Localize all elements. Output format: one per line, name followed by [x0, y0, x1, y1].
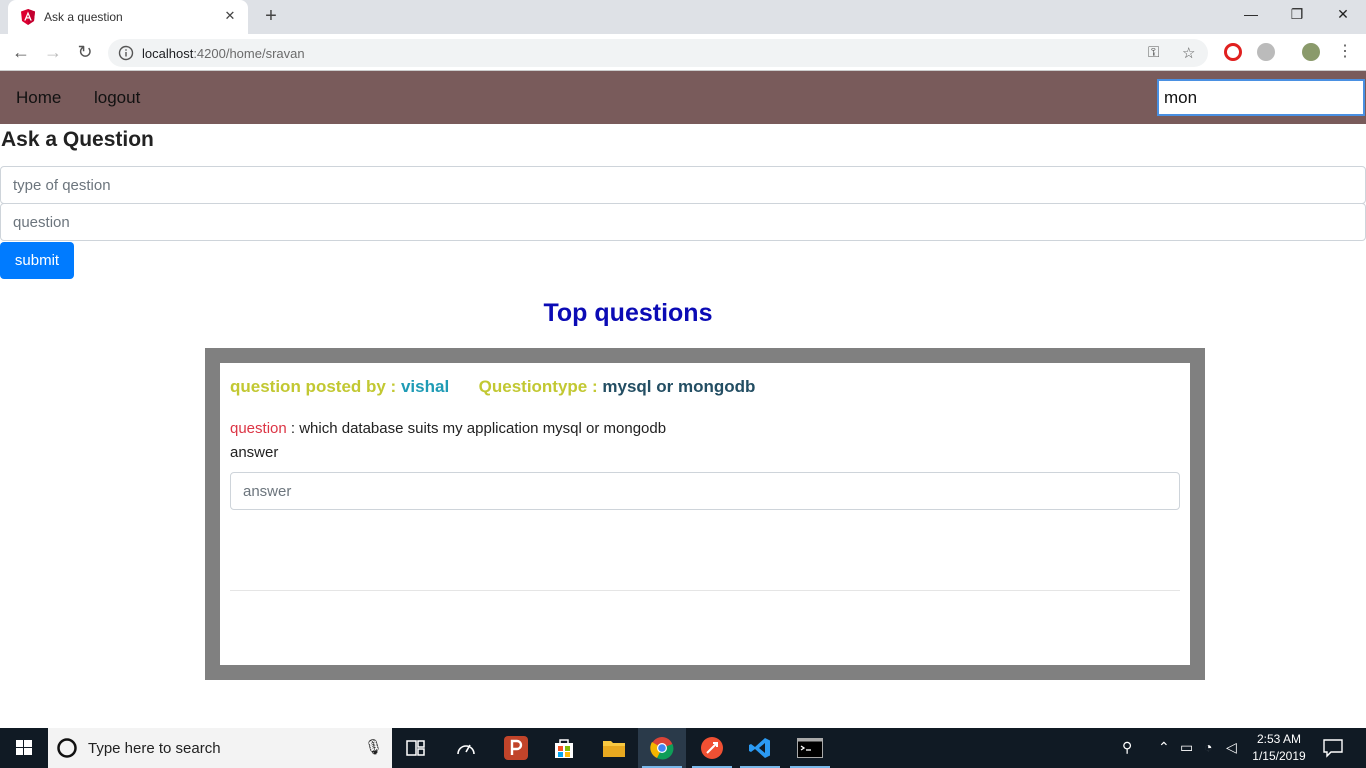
wifi-icon[interactable]: ◔: [1204, 739, 1212, 755]
browser-tab[interactable]: Ask a question ✕: [8, 0, 248, 34]
task-view-icon[interactable]: [392, 728, 440, 768]
posted-by-value: vishal: [400, 377, 450, 396]
nav-logout-link[interactable]: logout: [94, 88, 140, 108]
question-text: : which database suits my application my…: [290, 420, 667, 437]
menu-kebab-icon[interactable]: ⋮: [1334, 42, 1356, 64]
windows-taskbar: Type here to search 🎙 ⚲ ⌃ ▭ ◔ ◁ 2:53 AM …: [0, 728, 1366, 768]
app-navbar: Home logout: [0, 71, 1366, 124]
cortana-icon: [57, 738, 77, 758]
minimize-icon[interactable]: —: [1228, 0, 1274, 30]
tab-title: Ask a question: [44, 10, 123, 24]
url-text: localhost:4200/home/sravan: [142, 46, 305, 61]
vscode-icon[interactable]: [736, 728, 784, 768]
speed-gauge-icon[interactable]: [442, 728, 490, 768]
git-client-icon[interactable]: [688, 728, 736, 768]
people-icon[interactable]: ⚲: [1122, 739, 1132, 756]
key-icon[interactable]: ⚿: [1148, 44, 1159, 61]
microphone-icon[interactable]: 🎙: [364, 738, 383, 756]
windows-start-icon[interactable]: [0, 728, 48, 768]
back-icon[interactable]: ←: [10, 42, 32, 64]
browser-tab-strip: Ask a question ✕ + — ❐ ✕: [0, 0, 1366, 34]
info-icon[interactable]: [118, 45, 134, 61]
chrome-icon[interactable]: [638, 728, 686, 768]
question-input[interactable]: [0, 203, 1366, 241]
notifications-icon[interactable]: [1322, 738, 1344, 758]
question-type-value: mysql or mongodb: [602, 377, 756, 396]
question-meta: question posted by : vishal Questiontype…: [230, 377, 755, 397]
question-card-frame: question posted by : vishal Questiontype…: [205, 348, 1205, 680]
question-type-label: Questiontype :: [478, 377, 598, 396]
angular-icon: [21, 9, 35, 25]
postman-icon[interactable]: [492, 728, 540, 768]
reload-icon[interactable]: ↻: [74, 42, 96, 64]
answer-label: answer: [230, 444, 279, 461]
forward-icon[interactable]: →: [42, 42, 64, 64]
restore-icon[interactable]: ❐: [1274, 0, 1320, 30]
profile-avatar-icon[interactable]: [1302, 43, 1320, 61]
question-card: question posted by : vishal Questiontype…: [220, 363, 1190, 665]
card-divider: [230, 590, 1180, 591]
file-explorer-icon[interactable]: [590, 728, 638, 768]
address-bar[interactable]: localhost:4200/home/sravan ⚿ ☆: [108, 39, 1208, 67]
submit-button[interactable]: submit: [0, 242, 74, 279]
nav-home-link[interactable]: Home: [16, 88, 61, 108]
question-type-input[interactable]: [0, 166, 1366, 204]
close-window-icon[interactable]: ✕: [1320, 0, 1366, 30]
store-icon[interactable]: [540, 728, 588, 768]
top-questions-heading: Top questions: [543, 299, 713, 327]
ask-question-title: Ask a Question: [1, 128, 154, 151]
new-tab-icon[interactable]: +: [260, 6, 282, 28]
question-line: question : which database suits my appli…: [230, 420, 666, 437]
system-clock[interactable]: 2:53 AM 1/15/2019: [1248, 731, 1310, 765]
volume-icon[interactable]: ◁: [1226, 739, 1237, 756]
show-hidden-icons[interactable]: ⌃: [1158, 739, 1170, 756]
taskbar-search-placeholder: Type here to search: [88, 740, 221, 757]
clock-time: 2:53 AM: [1256, 732, 1302, 746]
bookmark-star-icon[interactable]: ☆: [1182, 44, 1195, 62]
battery-icon[interactable]: ▭: [1180, 739, 1193, 756]
clock-date: 1/15/2019: [1252, 749, 1306, 763]
opera-extension-icon[interactable]: [1224, 43, 1242, 61]
browser-toolbar: ← → ↻ localhost:4200/home/sravan ⚿ ☆ ⋮: [0, 34, 1366, 71]
question-label: question: [230, 420, 287, 437]
close-tab-icon[interactable]: ✕: [222, 8, 238, 24]
answer-input[interactable]: [230, 472, 1180, 510]
search-input[interactable]: [1157, 79, 1365, 116]
posted-by-label: question posted by :: [230, 377, 397, 396]
extension-icon[interactable]: [1257, 43, 1275, 61]
terminal-icon[interactable]: [786, 728, 834, 768]
taskbar-search-box[interactable]: Type here to search 🎙: [48, 728, 392, 768]
